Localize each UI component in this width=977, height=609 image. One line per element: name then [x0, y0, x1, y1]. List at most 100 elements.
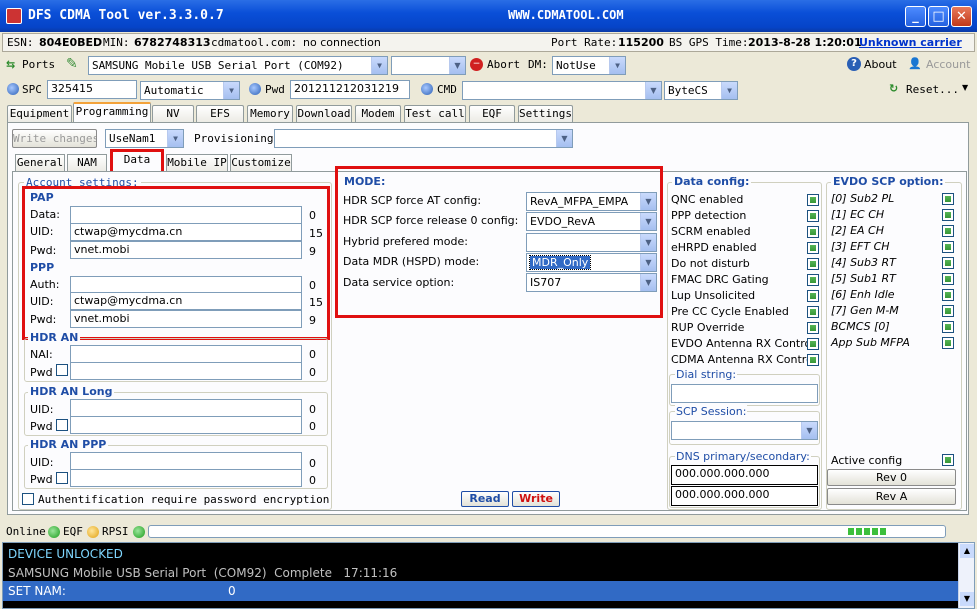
scp-session-select[interactable]: ▼: [671, 421, 818, 440]
evdo-scp-item-checkbox[interactable]: [942, 305, 954, 317]
tab-equipment[interactable]: Equipment: [7, 105, 72, 122]
hdr-scp-release-select[interactable]: EVDO_RevA ▼: [526, 212, 657, 231]
pap-uid-input[interactable]: ctwap@mycdma.cn: [70, 223, 302, 241]
data-config-item-checkbox[interactable]: [807, 226, 819, 238]
tab-test-call[interactable]: Test call: [404, 105, 466, 122]
secondary-select[interactable]: ▼: [391, 56, 466, 75]
ppp-uid-length: 15: [309, 296, 323, 309]
pap-data-input[interactable]: [70, 206, 302, 224]
data-config-item-checkbox[interactable]: [807, 242, 819, 254]
data-config-item-checkbox[interactable]: [807, 210, 819, 222]
data-config-item-checkbox[interactable]: [807, 194, 819, 206]
scroll-up-icon[interactable]: ▲: [960, 544, 974, 558]
nam-select[interactable]: UseNam1 ▼: [105, 129, 184, 148]
reva-button[interactable]: Rev A: [827, 488, 956, 505]
hdr-nai-input[interactable]: [70, 345, 302, 363]
ppp-pwd-input[interactable]: vnet.mobi: [70, 310, 302, 328]
evdo-scp-item-checkbox[interactable]: [942, 289, 954, 301]
rev0-button[interactable]: Rev 0: [827, 469, 956, 486]
write-button[interactable]: Write: [512, 491, 560, 507]
data-mdr-select[interactable]: MDR_Only ▼: [526, 253, 657, 272]
evdo-scp-item-checkbox[interactable]: [942, 257, 954, 269]
maximize-icon[interactable]: □: [928, 6, 949, 27]
write-changes-button[interactable]: Write changes: [12, 129, 97, 148]
log-panel[interactable]: DEVICE UNLOCKED SAMSUNG Mobile USB Seria…: [2, 542, 975, 609]
title-bar[interactable]: DFS CDMA Tool ver.3.3.0.7 WWW.CDMATOOL.C…: [0, 0, 977, 32]
bytecs-select[interactable]: ByteCS ▼: [664, 81, 738, 100]
provisioning-select[interactable]: ▼: [274, 129, 573, 148]
dial-string-input[interactable]: [671, 384, 818, 403]
data-config-item-label: Lup Unsolicited: [671, 289, 756, 302]
data-config-item-checkbox[interactable]: [807, 258, 819, 270]
ports-button[interactable]: Ports: [22, 58, 55, 71]
dm-label: DM:: [528, 58, 548, 71]
evdo-scp-item-checkbox[interactable]: [942, 337, 954, 349]
hdr-pwd-input[interactable]: [70, 362, 302, 380]
dns-primary-input[interactable]: 000.000.000.000: [671, 465, 818, 485]
ports-icon: ⇆: [6, 58, 16, 71]
data-config-item-checkbox[interactable]: [807, 290, 819, 302]
pap-pwd-input[interactable]: vnet.mobi: [70, 241, 302, 259]
reset-chevron-down-icon[interactable]: ▼: [962, 83, 968, 92]
spc-input[interactable]: 325415: [47, 80, 137, 99]
pwd-input[interactable]: 201211212031219: [290, 80, 410, 99]
hdrp-pwd-input[interactable]: [70, 469, 302, 487]
hdrl-uid-input[interactable]: [70, 399, 302, 417]
hdrp-pwd-checkbox[interactable]: [56, 472, 68, 484]
hybrid-mode-select[interactable]: ▼: [526, 233, 657, 252]
hdr-pwd-checkbox[interactable]: [56, 364, 68, 376]
log-scrollbar[interactable]: ▲ ▼: [958, 543, 974, 608]
subtab-customize[interactable]: Customize: [230, 154, 292, 171]
tab-nv[interactable]: NV: [152, 105, 194, 122]
tab-memory[interactable]: Memory: [247, 105, 293, 122]
tab-eqf[interactable]: EQF: [469, 105, 515, 122]
evdo-scp-item-checkbox[interactable]: [942, 193, 954, 205]
abort-button[interactable]: Abort: [487, 58, 520, 71]
auth-require-checkbox[interactable]: [22, 493, 34, 505]
scroll-down-icon[interactable]: ▼: [960, 592, 974, 606]
evdo-scp-item-checkbox[interactable]: [942, 209, 954, 221]
data-config-item-checkbox[interactable]: [807, 306, 819, 318]
subtab-general[interactable]: General: [15, 154, 65, 171]
carrier-link[interactable]: Unknown carrier: [859, 36, 962, 49]
minimize-icon[interactable]: _: [905, 6, 926, 27]
hdrl-pwd-input[interactable]: [70, 416, 302, 434]
about-button[interactable]: About: [864, 58, 897, 71]
evdo-scp-item-checkbox[interactable]: [942, 273, 954, 285]
hdrl-pwd-checkbox[interactable]: [56, 419, 68, 431]
plug-icon[interactable]: ✎: [66, 56, 78, 72]
reset-button[interactable]: Reset...: [906, 83, 959, 96]
read-button[interactable]: Read: [461, 491, 509, 507]
subtab-mobile-ip[interactable]: Mobile IP: [166, 154, 228, 171]
tab-download[interactable]: Download: [296, 105, 352, 122]
active-config-checkbox[interactable]: [942, 454, 954, 466]
ppp-uid-input[interactable]: ctwap@mycdma.cn: [70, 292, 302, 310]
evdo-scp-item-checkbox[interactable]: [942, 241, 954, 253]
port-select[interactable]: SAMSUNG Mobile USB Serial Port (COM92) ▼: [88, 56, 388, 75]
tab-efs[interactable]: EFS: [196, 105, 244, 122]
data-config-item-checkbox[interactable]: [807, 338, 819, 350]
data-service-select[interactable]: IS707 ▼: [526, 273, 657, 292]
evdo-scp-item-label: [2] EA CH: [831, 224, 885, 237]
hdrp-pwd-label: Pwd: [30, 473, 53, 486]
log-line-3-selected[interactable]: SET NAM: 0: [3, 581, 958, 601]
close-icon[interactable]: ✕: [951, 6, 972, 27]
hdrp-uid-input[interactable]: [70, 452, 302, 470]
tab-programming[interactable]: Programming: [73, 102, 151, 123]
data-config-item-checkbox[interactable]: [807, 322, 819, 334]
data-config-item-checkbox[interactable]: [807, 274, 819, 286]
dm-select[interactable]: NotUse ▼: [552, 56, 626, 75]
cmd-select[interactable]: ▼: [462, 81, 662, 100]
spc-mode-select[interactable]: Automatic ▼: [140, 81, 240, 100]
subtab-nam[interactable]: NAM: [67, 154, 107, 171]
evdo-scp-item-checkbox[interactable]: [942, 225, 954, 237]
data-config-item-checkbox[interactable]: [807, 354, 819, 366]
hdr-scp-at-select[interactable]: RevA_MFPA_EMPA ▼: [526, 192, 657, 211]
account-button[interactable]: Account: [926, 58, 970, 71]
evdo-scp-item-checkbox[interactable]: [942, 321, 954, 333]
tab-modem[interactable]: Modem: [355, 105, 401, 122]
pap-data-length: 0: [309, 209, 316, 222]
tab-settings[interactable]: Settings: [518, 105, 573, 122]
dns-secondary-input[interactable]: 000.000.000.000: [671, 486, 818, 506]
log-line-3-value: 0: [228, 584, 236, 598]
